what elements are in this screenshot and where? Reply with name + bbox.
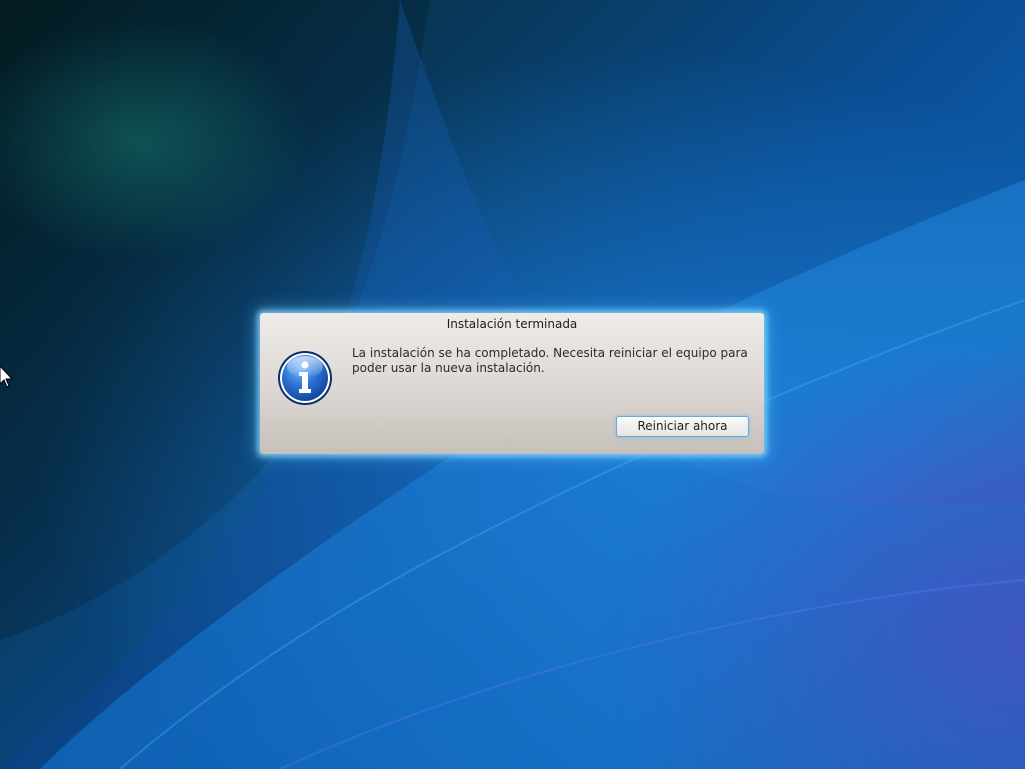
- restart-now-button[interactable]: Reiniciar ahora: [616, 416, 749, 437]
- message-line: La instalación se ha completado. Necesit…: [352, 346, 748, 360]
- mouse-cursor-icon: [0, 366, 14, 388]
- installation-finished-dialog: Instalación terminada La instalación se …: [260, 313, 764, 454]
- message-line: poder usar la nueva instalación.: [352, 361, 545, 375]
- info-icon: [278, 351, 332, 405]
- desktop-background: Instalación terminada La instalación se …: [0, 0, 1025, 769]
- dialog-message: La instalación se ha completado. Necesit…: [352, 346, 752, 376]
- dialog-title: Instalación terminada: [446, 317, 578, 331]
